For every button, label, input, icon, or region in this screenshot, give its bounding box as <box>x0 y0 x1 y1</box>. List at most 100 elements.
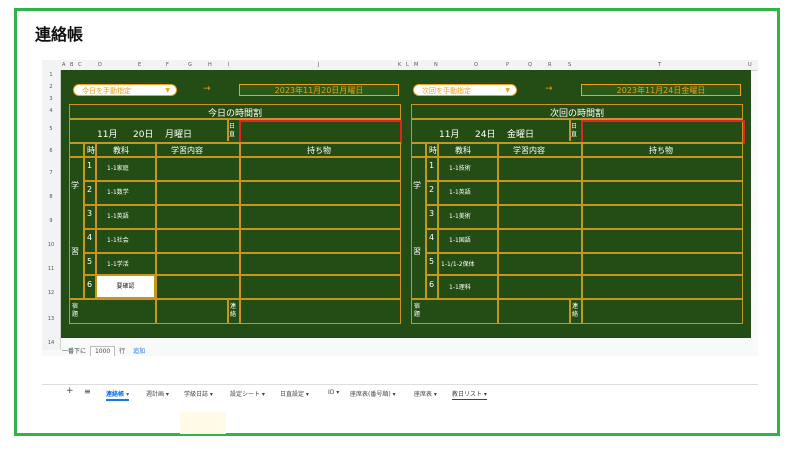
background-highlight <box>180 412 226 434</box>
next-period-subject[interactable]: 1-1理科 <box>449 282 471 291</box>
next-date[interactable]: 2023年11月24日金曜日 <box>581 84 741 96</box>
col-header[interactable]: Q <box>528 62 532 68</box>
row-header[interactable]: 11 <box>42 266 60 272</box>
col-header[interactable]: S <box>568 62 571 68</box>
add-rows-button[interactable]: 追加 <box>133 348 145 355</box>
sheet-tab-kyojitsu-list[interactable]: 教日リスト ▾ <box>452 389 487 400</box>
divider <box>581 142 583 324</box>
divider <box>69 156 401 158</box>
sheet-tab-label: 設定シート <box>230 391 261 398</box>
col-header[interactable]: I <box>228 62 229 68</box>
divider <box>425 252 743 254</box>
col-header[interactable]: T <box>658 62 661 68</box>
col-header[interactable]: J <box>318 62 319 68</box>
today-manual-select[interactable]: 今日を手動指定 ▼ <box>73 84 177 96</box>
sheet-tab-label: 座席表(番号順) <box>350 391 391 398</box>
next-hdr-subject: 教科 <box>455 146 471 155</box>
row-header[interactable]: 14 <box>42 340 60 346</box>
col-header[interactable]: P <box>506 62 509 68</box>
col-header[interactable]: A <box>62 62 65 68</box>
sheet-tab-label: 座席表 <box>414 391 433 398</box>
col-header[interactable]: R <box>548 62 551 68</box>
next-nikki-label: 日直 <box>571 123 578 138</box>
row-header[interactable]: 1 <box>42 72 60 78</box>
today-period-subject[interactable]: 1-1英語 <box>107 211 129 220</box>
col-header[interactable]: O <box>474 62 478 68</box>
divider <box>83 228 401 230</box>
divider <box>83 180 401 182</box>
today-nikki-label: 日直 <box>229 123 236 138</box>
next-period-num: 5 <box>429 257 435 266</box>
col-header[interactable]: E <box>138 62 141 68</box>
next-period-subject[interactable]: 1-1国語 <box>449 235 471 244</box>
sheet-tab-zasekihyo-bango[interactable]: 座席表(番号順) ▾ <box>350 389 396 398</box>
col-header[interactable]: M <box>414 62 418 68</box>
add-rows-input[interactable]: 1000 <box>89 346 116 356</box>
next-manual-select[interactable]: 次回を手動指定 ▼ <box>413 84 517 96</box>
today-period-num: 5 <box>87 257 93 266</box>
row-header[interactable]: 13 <box>42 316 60 322</box>
divider <box>569 298 571 324</box>
row-header[interactable]: 5 <box>42 126 60 132</box>
sheet-tab-zasekihyo[interactable]: 座席表 ▾ <box>414 389 437 398</box>
today-period-subject[interactable]: 1-1家庭 <box>107 163 129 172</box>
row-header[interactable]: 4 <box>42 108 60 114</box>
row-header[interactable]: 10 <box>42 242 60 248</box>
sheet-tab-label: 学級日誌 <box>184 391 209 398</box>
row-header[interactable]: 7 <box>42 170 60 176</box>
col-header[interactable]: D <box>98 62 102 68</box>
today-period-subject-check[interactable]: 要確認 <box>96 275 155 298</box>
today-date[interactable]: 2023年11月20日月曜日 <box>239 84 399 96</box>
col-header[interactable]: N <box>434 62 438 68</box>
col-header[interactable]: K <box>398 62 401 68</box>
col-header[interactable]: U <box>748 62 752 68</box>
next-period-num: 4 <box>429 233 435 242</box>
row-header[interactable]: 9 <box>42 218 60 224</box>
col-header[interactable]: G <box>188 62 192 68</box>
col-header[interactable]: B <box>70 62 73 68</box>
next-contact-label: 連絡 <box>572 303 579 318</box>
today-period-subject[interactable]: 1-1社会 <box>107 235 129 244</box>
today-period-subject[interactable]: 1-1数学 <box>107 187 129 196</box>
sheet-tab-nicchoku[interactable]: 日直設定 ▾ <box>280 389 309 398</box>
next-period-subject[interactable]: 1-1美術 <box>449 211 471 220</box>
row-header[interactable]: 6 <box>42 148 60 154</box>
next-period-subject[interactable]: 1-1/1-2保体 <box>441 259 475 268</box>
right-arrow-icon: → <box>545 84 553 94</box>
sheet-tab-renrakucho[interactable]: 連絡帳 ▾ <box>106 389 130 401</box>
sheet-tab-label: 週計画 <box>146 391 165 398</box>
sheet-tab-id[interactable]: ID ▾ <box>328 389 339 396</box>
next-period-subject[interactable]: 1-1技術 <box>449 163 471 172</box>
today-homework-label: 宿題 <box>72 303 79 318</box>
today-period-subject[interactable]: 1-1学活 <box>107 259 129 268</box>
sheet-tab-label: 連絡帳 <box>106 391 125 398</box>
today-nikki-cell[interactable] <box>239 120 402 144</box>
add-sheet-icon[interactable]: + <box>66 386 74 396</box>
row-header-bar: 1 2 3 4 5 6 7 8 9 10 11 12 13 14 <box>42 70 61 350</box>
col-header[interactable]: C <box>78 62 82 68</box>
divider <box>227 298 229 324</box>
today-period-num: 4 <box>87 233 93 242</box>
sheet-tab-gakkyu-nisshi[interactable]: 学級日誌 ▾ <box>184 389 213 398</box>
row-header[interactable]: 2 <box>42 84 60 90</box>
col-header[interactable]: L <box>406 62 409 68</box>
all-sheets-menu-icon[interactable]: ≡ <box>84 387 91 396</box>
sheet-tab-settei[interactable]: 設定シート ▾ <box>230 389 265 398</box>
divider <box>411 298 743 300</box>
row-header[interactable]: 8 <box>42 194 60 200</box>
row-header[interactable]: 3 <box>42 96 60 102</box>
next-period-subject[interactable]: 1-1英語 <box>449 187 471 196</box>
sheet-tab-shukeikaku[interactable]: 週計画 ▾ <box>146 389 169 398</box>
next-month: 11月 <box>439 130 460 140</box>
right-arrow-icon: → <box>203 84 211 94</box>
row-header[interactable]: 12 <box>42 290 60 296</box>
divider <box>227 119 229 141</box>
divider <box>155 142 157 324</box>
today-period-num: 2 <box>87 185 93 194</box>
today-contact-label: 連絡 <box>230 303 237 318</box>
col-header[interactable]: F <box>166 62 169 68</box>
next-hdr-content: 学習内容 <box>513 146 545 155</box>
next-nikki-cell[interactable] <box>581 120 745 144</box>
col-header[interactable]: H <box>208 62 212 68</box>
divider <box>83 204 401 206</box>
